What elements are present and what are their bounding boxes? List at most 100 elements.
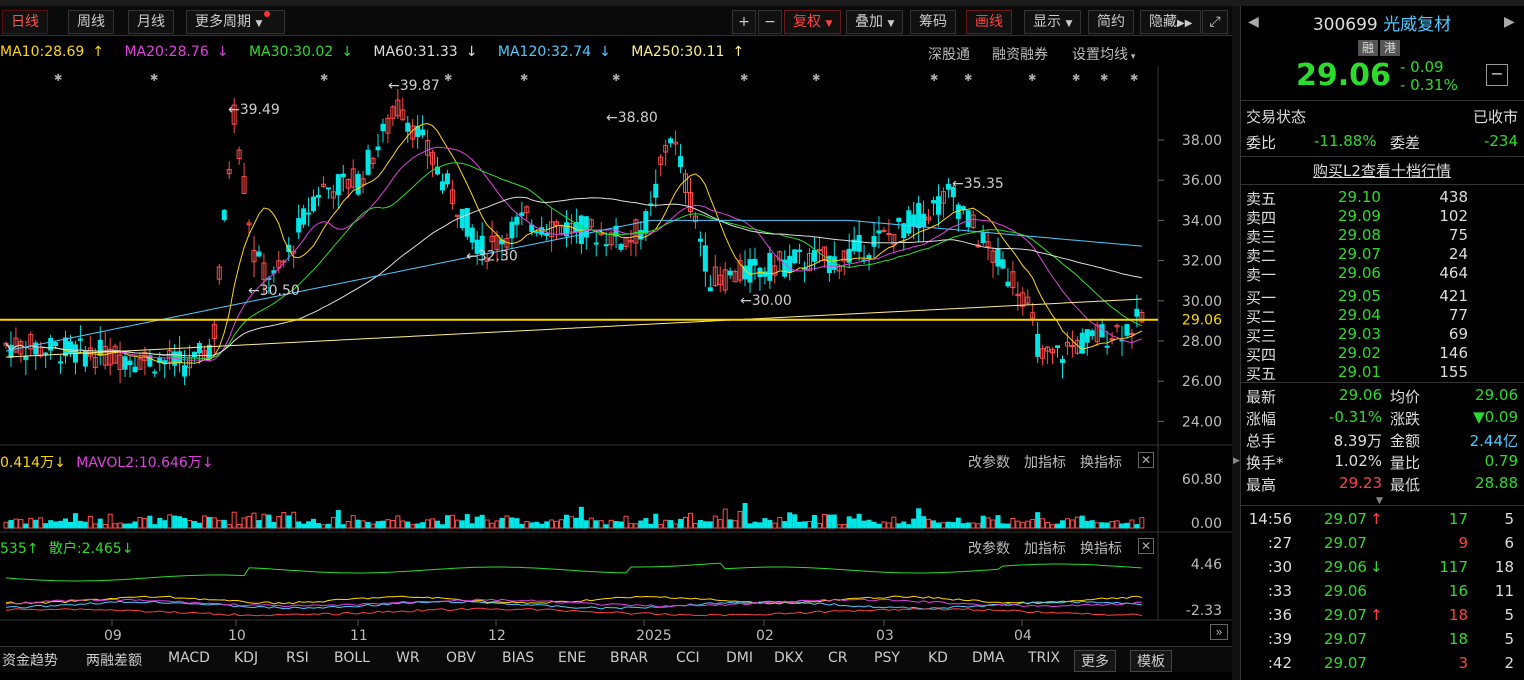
candle-body — [1084, 329, 1090, 343]
double-right-icon[interactable]: » — [1210, 624, 1228, 640]
indicator-tab-19[interactable]: 更多 — [1074, 650, 1116, 672]
volume-bar — [375, 521, 381, 529]
indicator-tab-8[interactable]: BIAS — [502, 650, 534, 666]
orderbook-row[interactable]: 卖一 29.06 464 — [1246, 264, 1518, 286]
indicator-tab-2[interactable]: MACD — [168, 650, 210, 666]
volume-bar — [534, 521, 540, 529]
indicator-tab-18[interactable]: TRIX — [1028, 650, 1060, 666]
flow-switch-indicator[interactable]: 换指标 — [1080, 538, 1122, 558]
indicator-tab-10[interactable]: BRAR — [610, 650, 648, 666]
flow-edit-params[interactable]: 改参数 — [968, 538, 1010, 558]
indicator-tab-3[interactable]: KDJ — [234, 650, 258, 666]
indicator-tab-17[interactable]: DMA — [972, 650, 1004, 666]
splitter[interactable]: ▶ — [1232, 6, 1240, 680]
minimize-icon[interactable]: − — [1486, 64, 1508, 86]
volume-bar — [345, 520, 351, 529]
volume-bar — [271, 521, 277, 529]
candle-body — [935, 196, 941, 215]
indicator-tab-4[interactable]: RSI — [286, 650, 309, 666]
candle-body — [63, 337, 69, 357]
candle-body — [355, 173, 361, 195]
indicator-tab-6[interactable]: WR — [396, 650, 420, 666]
candlestick-chart[interactable]: 38.00 36.00 34.00 32.00 30.00 28.00 26.00 24.00… — [0, 66, 1232, 646]
volume-bar — [196, 522, 202, 529]
chips-button[interactable]: 筹码 — [910, 10, 956, 34]
volume-bar — [514, 518, 520, 529]
adjust-button[interactable]: 复权 ▼ — [784, 10, 842, 34]
indicator-tab-13[interactable]: DKX — [774, 650, 804, 666]
tab-monthly[interactable]: 月线 — [128, 10, 174, 34]
volume-bar — [846, 516, 852, 529]
level-price: 29.06 — [1338, 264, 1381, 282]
volume-bar — [18, 519, 24, 529]
tab-more-periods[interactable]: 更多周期 ▼ — [186, 10, 286, 34]
zoom-in-button[interactable]: + — [732, 10, 756, 34]
indicator-tab-9[interactable]: ENE — [558, 650, 586, 666]
volume-bar — [668, 520, 674, 529]
indicator-tab-5[interactable]: BOLL — [334, 650, 370, 666]
volume-bar — [683, 516, 689, 529]
volume-add-indicator[interactable]: 加指标 — [1024, 452, 1066, 472]
candle-body — [1124, 324, 1130, 336]
indicator-tab-15[interactable]: PSY — [874, 650, 900, 666]
indicator-tab-14[interactable]: CR — [828, 650, 848, 666]
zoom-out-button[interactable]: − — [758, 10, 782, 34]
candle-body — [464, 207, 470, 237]
volume-switch-indicator[interactable]: 换指标 — [1080, 452, 1122, 472]
volume-bar — [241, 517, 247, 529]
volume-bar — [896, 523, 902, 529]
indicator-tab-20[interactable]: 模板 — [1130, 650, 1172, 672]
shenzhen-connect-link[interactable]: 深股通 — [928, 44, 970, 64]
tick-volume: 18 — [1448, 606, 1468, 624]
l2-upgrade-link[interactable]: 购买L2查看十档行情 — [1240, 160, 1524, 181]
volume-bar — [673, 523, 679, 529]
close-icon[interactable]: ✕ — [1138, 452, 1154, 468]
margin-trading-link[interactable]: 融资融券 — [992, 44, 1048, 64]
draw-line-button[interactable]: 画线 — [966, 10, 1012, 34]
indicator-tab-0[interactable]: 资金趋势 — [2, 650, 58, 670]
indicator-tab-12[interactable]: DMI — [726, 650, 753, 666]
display-label: 显示 — [1033, 14, 1061, 30]
tick-time: 14:56 — [1248, 510, 1292, 528]
indicator-tab-11[interactable]: CCI — [676, 650, 700, 666]
volume-bar — [1020, 522, 1026, 529]
candle-body — [420, 129, 426, 136]
tab-weekly[interactable]: 周线 — [68, 10, 114, 34]
close-icon[interactable]: ✕ — [1138, 538, 1154, 554]
simple-button[interactable]: 简约 — [1088, 10, 1134, 34]
current-price-tag: 29.06 — [1182, 313, 1222, 329]
level-price: 29.09 — [1338, 207, 1381, 225]
volume-bar — [28, 517, 34, 529]
volume-bar — [172, 515, 178, 529]
indicator-tab-7[interactable]: OBV — [446, 650, 476, 666]
hide-button[interactable]: 隐藏▶▶ — [1140, 10, 1202, 34]
volume-bar — [251, 512, 257, 529]
fullscreen-icon[interactable]: ⤢ — [1202, 10, 1228, 34]
volume-bar — [1000, 523, 1006, 529]
ma10-value: MA10:28.69 — [0, 44, 85, 60]
candle-body — [702, 245, 708, 272]
event-marker-icon: ✱ — [1130, 73, 1138, 84]
retail-flow-arrow: ↓ — [121, 541, 134, 557]
flow-add-indicator[interactable]: 加指标 — [1024, 538, 1066, 558]
indicator-tab-1[interactable]: 两融差额 — [86, 650, 142, 670]
level-price: 29.07 — [1338, 245, 1381, 263]
indicator-tab-16[interactable]: KD — [928, 650, 948, 666]
volume-edit-params[interactable]: 改参数 — [968, 452, 1010, 472]
candle-body — [97, 339, 103, 356]
stat-value: 1.02% — [1334, 452, 1382, 470]
volume-bar — [568, 516, 574, 529]
volume-bar — [1134, 524, 1140, 529]
volume-bar — [425, 519, 431, 529]
volume-bar — [1059, 520, 1065, 529]
level-label: 卖三 — [1246, 228, 1277, 246]
stock-name[interactable]: 光威复材 — [1383, 15, 1451, 35]
volume-bar — [97, 518, 103, 529]
event-marker-icon: ✱ — [1028, 73, 1036, 84]
overlay-label: 叠加 — [855, 14, 883, 30]
ma-settings-link[interactable]: 设置均线 ▾ — [1072, 44, 1135, 64]
tab-daily[interactable]: 日线 — [2, 10, 48, 34]
overlay-button[interactable]: 叠加 ▼ — [846, 10, 904, 34]
level-volume: 146 — [1439, 344, 1468, 362]
display-button[interactable]: 显示 ▼ — [1024, 10, 1082, 34]
